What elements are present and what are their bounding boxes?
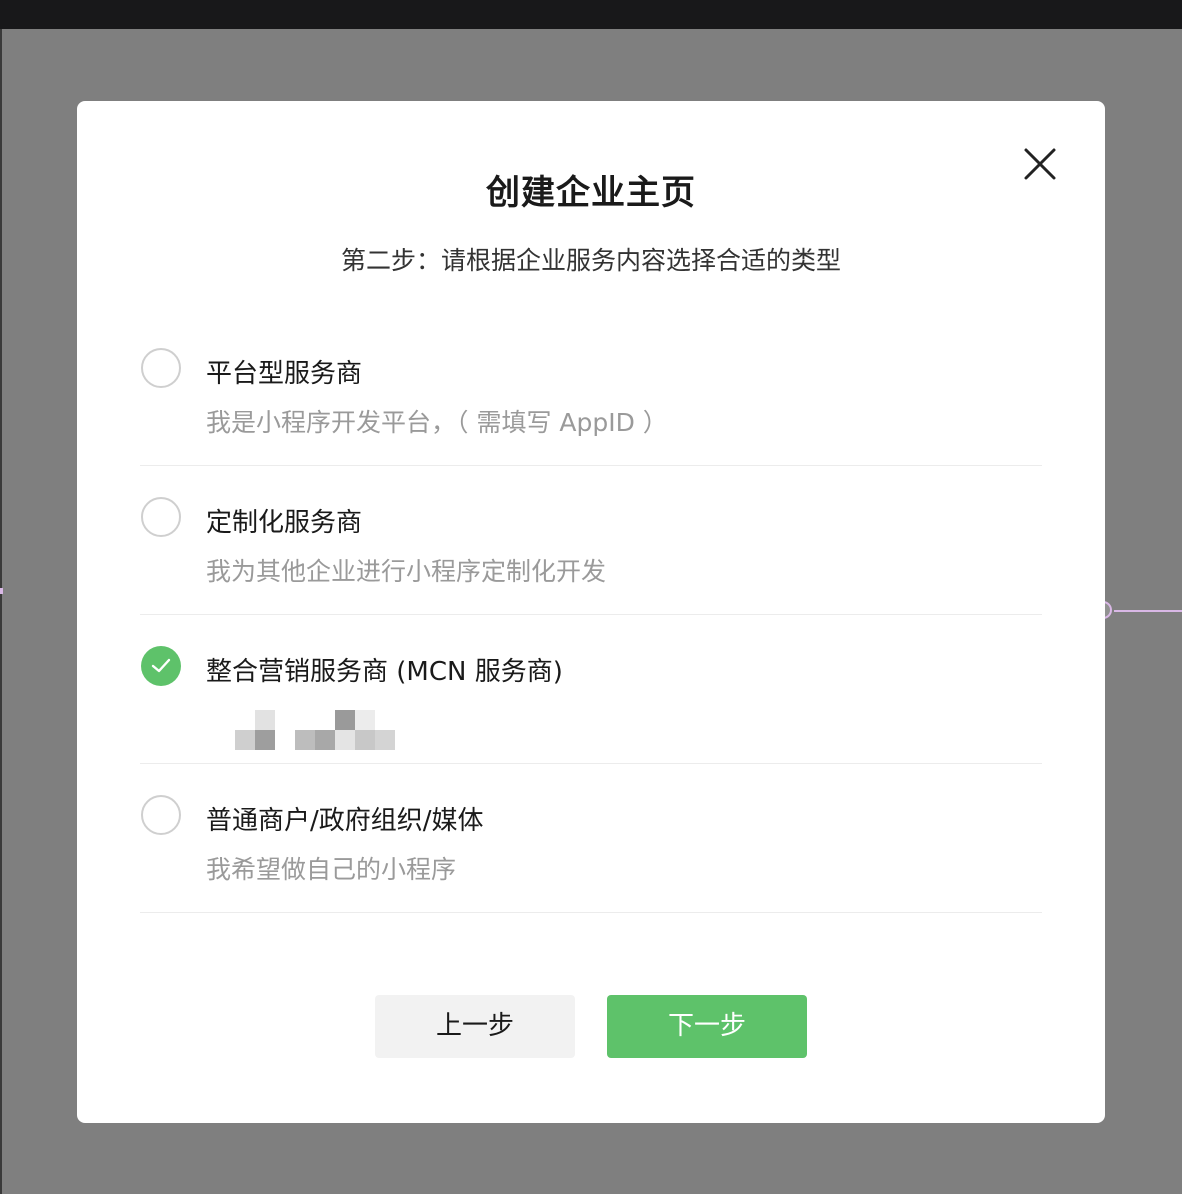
- type-option-list: 平台型服务商 我是小程序开发平台，（ 需填写 AppID ） 定制化服务商 我为…: [140, 317, 1042, 913]
- radio-button[interactable]: [141, 348, 181, 388]
- create-enterprise-dialog: 创建企业主页 第二步：请根据企业服务内容选择合适的类型 平台型服务商 我是小程序…: [77, 101, 1105, 1123]
- option-title: 整合营销服务商 (MCN 服务商): [206, 657, 563, 687]
- radio-button-checked[interactable]: [141, 646, 181, 686]
- dialog-title: 创建企业主页: [486, 173, 696, 213]
- dialog-subtitle: 第二步：请根据企业服务内容选择合适的类型: [340, 246, 841, 275]
- option-description: 我是小程序开发平台，（ 需填写 AppID ）: [206, 408, 668, 437]
- option-custom-provider[interactable]: 定制化服务商 我为其他企业进行小程序定制化开发: [140, 466, 1042, 615]
- next-step-button[interactable]: 下一步: [607, 995, 807, 1058]
- left-guide-marker: [0, 588, 3, 594]
- check-icon: [151, 658, 171, 673]
- option-mcn-provider[interactable]: 整合营销服务商 (MCN 服务商): [140, 615, 1042, 764]
- option-title: 平台型服务商: [206, 359, 363, 389]
- radio-button[interactable]: [141, 497, 181, 537]
- top-bar: [0, 0, 1182, 29]
- option-title: 普通商户/政府组织/媒体: [206, 806, 484, 836]
- option-description: 我希望做自己的小程序: [206, 855, 457, 884]
- previous-step-button[interactable]: 上一步: [375, 995, 575, 1058]
- redacted-description: [235, 710, 397, 750]
- left-window-edge: [0, 29, 2, 1194]
- option-description: 我为其他企业进行小程序定制化开发: [206, 557, 607, 586]
- radio-button[interactable]: [141, 795, 181, 835]
- right-guide-line: [1114, 610, 1182, 612]
- option-platform-provider[interactable]: 平台型服务商 我是小程序开发平台，（ 需填写 AppID ）: [140, 317, 1042, 466]
- option-merchant-gov-media[interactable]: 普通商户/政府组织/媒体 我希望做自己的小程序: [140, 764, 1042, 913]
- option-title: 定制化服务商: [206, 508, 363, 538]
